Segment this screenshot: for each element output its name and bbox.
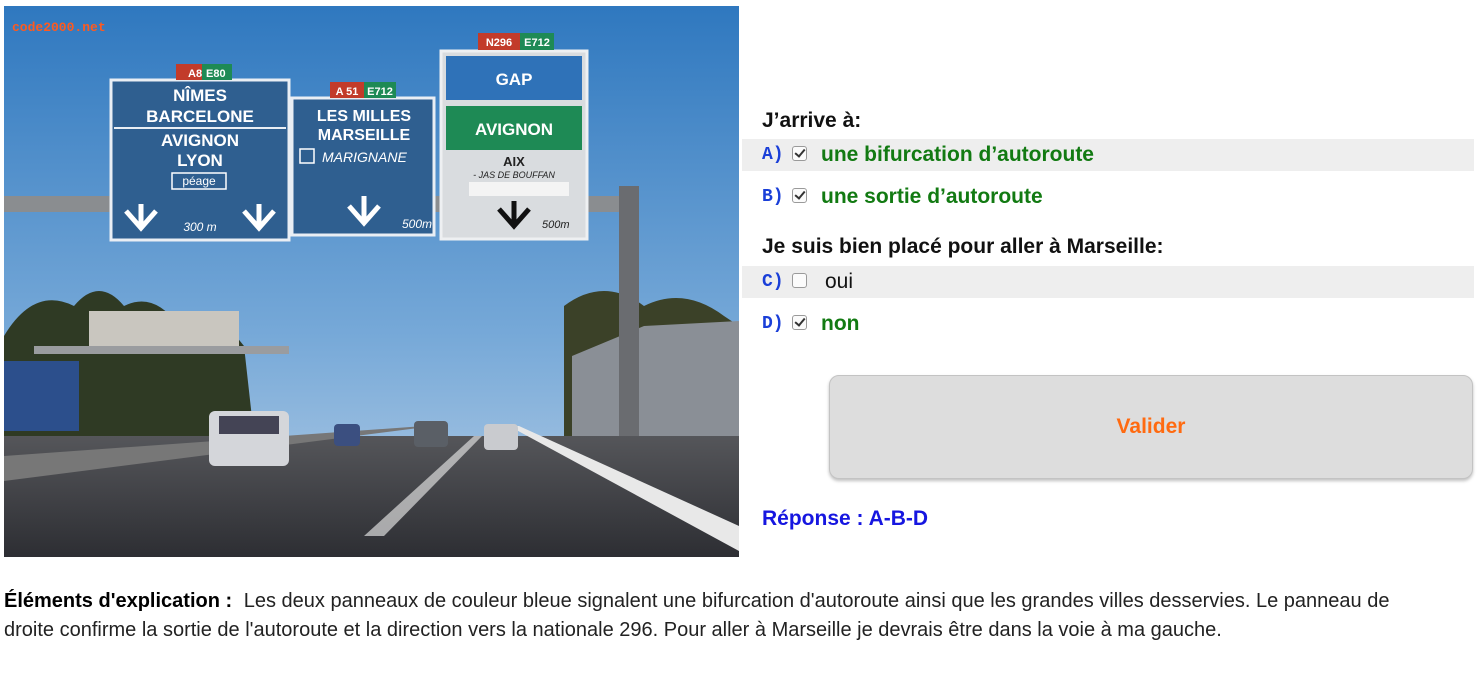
sign-left-line-2: BARCELONE <box>146 107 254 126</box>
sign-right-e: E712 <box>524 37 550 49</box>
option-b[interactable]: B) une sortie d’autoroute <box>742 181 1474 213</box>
option-a-text: une bifurcation d’autoroute <box>821 143 1094 166</box>
option-c-checkbox[interactable] <box>792 272 807 288</box>
option-letter: D) <box>762 314 784 334</box>
question-2-title: Je suis bien placé pour aller à Marseill… <box>762 235 1164 258</box>
option-letter: C) <box>762 272 784 292</box>
sign-left-route: A8 <box>188 68 202 80</box>
option-letter: B) <box>762 187 784 207</box>
option-c[interactable]: C) oui <box>742 266 1474 298</box>
watermark: code2000.net <box>12 20 106 35</box>
option-a-checkbox[interactable] <box>792 145 807 161</box>
sign-right-sub: - JAS DE BOUFFAN <box>473 170 555 180</box>
sign-right-city: AIX <box>503 154 525 169</box>
option-letter: A) <box>762 145 784 165</box>
explanation: Éléments d'explication : Les deux pannea… <box>4 587 1444 645</box>
sign-middle-route: A 51 <box>336 86 359 98</box>
sign-left-line-4: LYON <box>177 151 223 170</box>
road-sign-photo: A8 E80 NÎMES BARCELONE AVIGNON LYON péag… <box>4 6 739 557</box>
sign-left-line-3: AVIGNON <box>161 131 239 150</box>
option-d-text: non <box>821 312 860 335</box>
option-c-text: oui <box>825 270 854 293</box>
option-d[interactable]: D) non <box>742 308 1474 340</box>
option-d-checkbox[interactable] <box>792 314 807 330</box>
sign-right-middle: AVIGNON <box>475 120 553 139</box>
sign-right-top: GAP <box>496 70 533 89</box>
sign-middle-line-2: MARSEILLE <box>318 127 411 144</box>
validate-button[interactable]: Valider <box>829 375 1473 479</box>
option-a[interactable]: A) une bifurcation d’autoroute <box>742 139 1474 171</box>
sign-middle-airport: MARIGNANE <box>322 149 407 165</box>
sign-left-toll: péage <box>182 174 216 188</box>
explanation-label: Éléments d'explication : <box>4 590 233 612</box>
sign-right-distance: 500m <box>542 219 570 231</box>
option-b-checkbox[interactable] <box>792 187 807 203</box>
sign-left-e: E80 <box>206 68 226 80</box>
sign-middle-e: E712 <box>367 86 393 98</box>
sign-middle-distance: 500m <box>402 217 432 231</box>
question-1-title: J’arrive à: <box>762 109 862 132</box>
option-b-text: une sortie d’autoroute <box>821 185 1043 208</box>
sign-right-route: N296 <box>486 37 512 49</box>
sign-left-distance: 300 m <box>183 220 216 234</box>
answer-text: Réponse : A-B-D <box>762 507 929 530</box>
sign-middle-line-1: LES MILLES <box>317 108 412 125</box>
sign-left-line-1: NÎMES <box>173 86 227 105</box>
